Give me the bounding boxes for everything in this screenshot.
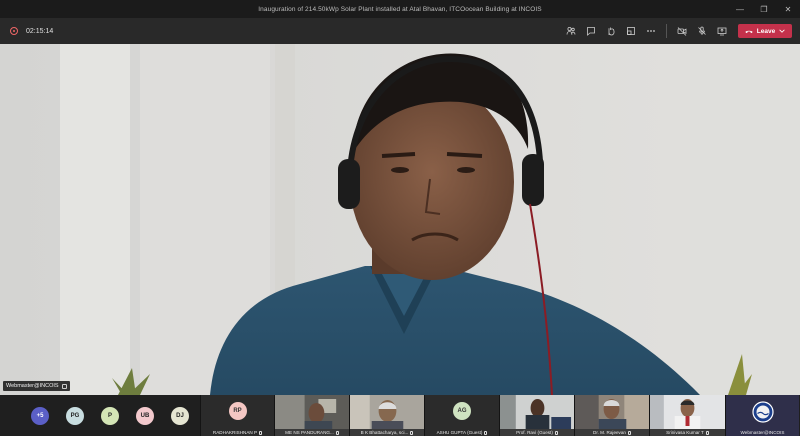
participant-video — [275, 395, 349, 429]
share-icon[interactable] — [714, 23, 730, 39]
participant-tile[interactable]: Srinivasa Kumar T — [649, 395, 725, 436]
toolbar-divider — [666, 24, 667, 38]
participant-avatar[interactable]: UB — [136, 406, 154, 425]
mic-icon — [705, 430, 709, 435]
title-bar: Inauguration of 214.50kWp Solar Plant in… — [0, 0, 800, 18]
participant-tile[interactable]: ME NS PANDURANG... — [274, 395, 349, 436]
participant-video — [575, 395, 649, 429]
chat-icon[interactable] — [583, 23, 599, 39]
participant-name: Dr. M. Rajeevan — [575, 430, 649, 435]
recording-icon — [10, 27, 18, 35]
phone-hangup-icon — [745, 30, 753, 33]
participant-avatar[interactable]: DJ — [171, 406, 189, 425]
meeting-toolbar: 02:15:14 Leave — [0, 18, 800, 44]
leave-label: Leave — [756, 27, 776, 35]
participant-avatar: AG — [453, 402, 471, 420]
participant-name: Webmaster@INCOIS — [740, 430, 785, 435]
participant-name: Srinivasa Kumar T — [650, 430, 725, 435]
participant-video — [350, 395, 424, 429]
raise-hand-icon[interactable] — [603, 23, 619, 39]
minimize-icon[interactable]: — — [728, 0, 752, 18]
participants-icon[interactable] — [563, 23, 579, 39]
participant-strip: +5 PG P UB DJ RP RADHAKRISHNAN P ME NS P… — [0, 395, 800, 436]
participant-tile[interactable]: Prof. Ravi (Guest) — [499, 395, 574, 436]
overflow-count-badge[interactable]: +5 — [31, 406, 49, 425]
restore-icon[interactable]: ❐ — [752, 0, 776, 18]
participant-avatar[interactable]: P — [101, 406, 119, 425]
camera-off-icon[interactable] — [674, 23, 690, 39]
participant-name: B K Bhattacharya, sci... — [350, 430, 424, 435]
participant-tile[interactable]: RP RADHAKRISHNAN P — [200, 395, 274, 436]
leave-button[interactable]: Leave — [738, 24, 792, 38]
participant-avatar: RP — [228, 402, 247, 420]
participant-tile[interactable]: Webmaster@INCOIS — [725, 395, 799, 436]
main-video[interactable]: Webmaster@INCOIS — [0, 44, 800, 395]
more-icon[interactable] — [643, 23, 659, 39]
participant-name: Prof. Ravi (Guest) — [500, 430, 574, 435]
mic-icon — [627, 430, 631, 435]
mic-icon — [259, 430, 263, 435]
mic-icon — [410, 430, 414, 435]
mic-icon — [335, 430, 339, 435]
mic-icon — [554, 430, 558, 435]
chevron-down-icon[interactable] — [779, 29, 785, 33]
participant-name: RADHAKRISHNAN P — [201, 430, 274, 435]
participant-name: ASHU GUPTA (Guest) — [425, 430, 499, 435]
window-controls: — ❐ ✕ — [728, 0, 800, 18]
pin-icon[interactable] — [61, 383, 67, 389]
participant-video — [500, 395, 574, 429]
overflow-avatars: +5 PG P UB DJ — [0, 395, 200, 436]
speaker-video-frame — [0, 44, 800, 395]
participant-tile[interactable]: B K Bhattacharya, sci... — [349, 395, 424, 436]
participant-avatar[interactable]: PG — [66, 406, 84, 425]
participant-name: ME NS PANDURANG... — [275, 430, 349, 435]
participant-tile[interactable]: Dr. M. Rajeevan — [574, 395, 649, 436]
meeting-controls: Leave — [563, 18, 792, 44]
window-title: Inauguration of 214.50kWp Solar Plant in… — [258, 5, 542, 13]
close-icon[interactable]: ✕ — [776, 0, 800, 18]
participant-tile[interactable]: AG ASHU GUPTA (Guest) — [424, 395, 499, 436]
meeting-timer: 02:15:14 — [26, 27, 54, 35]
participant-video — [650, 395, 725, 429]
breakout-icon[interactable] — [623, 23, 639, 39]
mic-off-icon[interactable] — [694, 23, 710, 39]
presenter-name-badge: Webmaster@INCOIS — [3, 381, 70, 391]
presenter-name: Webmaster@INCOIS — [6, 383, 59, 389]
incois-logo-icon — [752, 401, 774, 423]
mic-icon — [484, 430, 488, 435]
